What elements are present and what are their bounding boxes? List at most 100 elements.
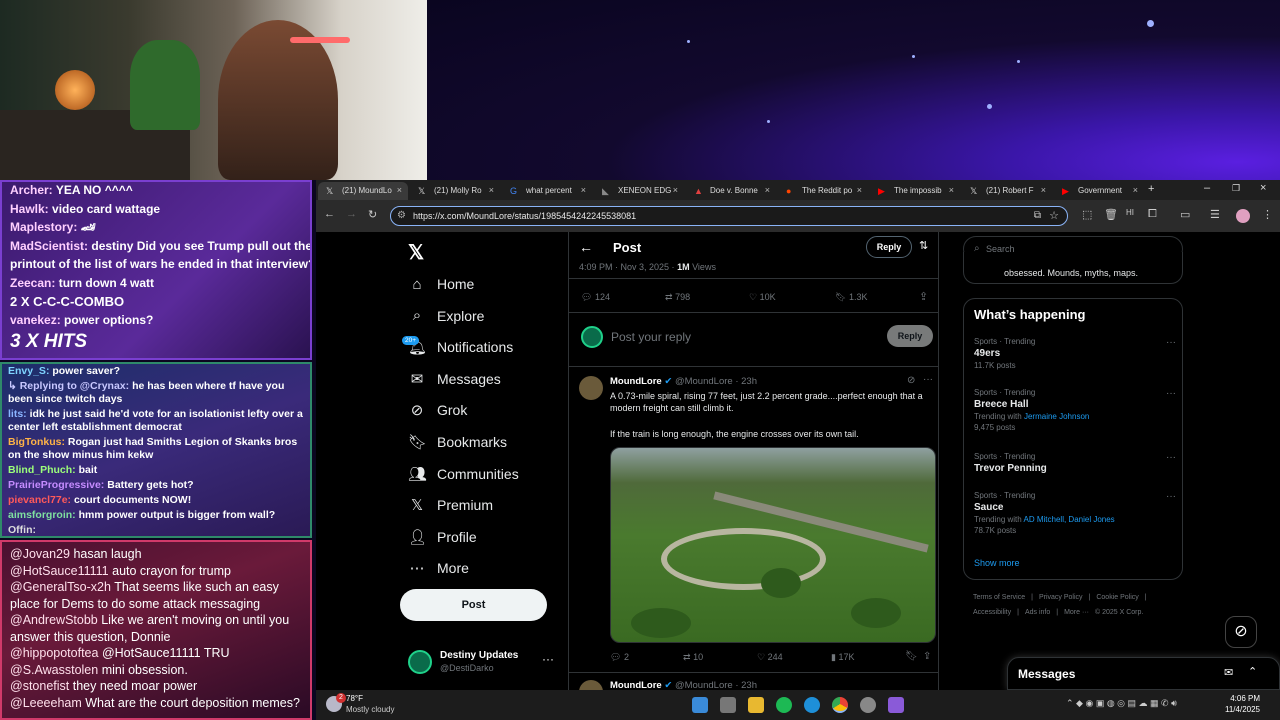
close-tab-icon[interactable]: ×: [1041, 185, 1046, 195]
browser-tab[interactable]: 𝕏 (21) Molly Ro ×: [410, 182, 500, 200]
sidebar-icon[interactable]: ▭: [1180, 208, 1190, 221]
hn-icon[interactable]: HI: [1126, 208, 1134, 217]
clock-date[interactable]: 11/4/2025: [1216, 705, 1260, 714]
menu-icon[interactable]: ⋮: [1262, 208, 1273, 221]
close-tab-icon[interactable]: ×: [1133, 185, 1138, 195]
nav-explore[interactable]: ⌕ Explore: [408, 302, 485, 330]
post-button[interactable]: Post: [400, 589, 547, 621]
browser-tab[interactable]: ● The Reddit po ×: [778, 182, 868, 200]
header-reply-button[interactable]: Reply: [866, 236, 912, 258]
close-tab-icon[interactable]: ×: [673, 185, 678, 195]
browser-tab[interactable]: ▲ Doe v. Bonne ×: [686, 182, 776, 200]
tweet-like-stat[interactable]: ♡ 244: [757, 652, 783, 663]
start-icon[interactable]: [692, 697, 708, 713]
nav-messages[interactable]: ✉ Messages: [408, 365, 501, 393]
tweet2-handle[interactable]: @MoundLore: [675, 680, 733, 690]
footer-link[interactable]: © 2025 X Corp.: [1095, 609, 1143, 616]
tweet-repost-stat[interactable]: ⇄ 10: [683, 652, 703, 663]
browser-tab[interactable]: 𝕏 (21) Robert F ×: [962, 182, 1052, 200]
trend-item[interactable]: Sports · Trending Sauce Trending with AD M…: [974, 491, 1176, 535]
profile-avatar-icon[interactable]: [1236, 209, 1250, 223]
nav-home[interactable]: ⌂ Home: [408, 270, 474, 298]
footer-link[interactable]: Accessibility: [973, 609, 1011, 616]
grok-fab-icon[interactable]: ⊘: [1225, 616, 1257, 648]
share-icon[interactable]: ⇪: [919, 290, 928, 303]
downloads-icon[interactable]: ☰: [1210, 208, 1220, 221]
footer-link[interactable]: Cookie Policy: [1096, 594, 1138, 601]
new-message-icon[interactable]: ✉: [1224, 666, 1233, 679]
task-view-icon[interactable]: [720, 697, 736, 713]
trend-item[interactable]: Sports · Trending Trevor Penning ···: [974, 452, 1176, 474]
chrome-icon[interactable]: [832, 697, 848, 713]
tweet-handle[interactable]: @MoundLore: [675, 376, 733, 387]
url-input[interactable]: ⚙ https://x.com/MoundLore/status/1985454…: [390, 206, 1068, 226]
browser-tab[interactable]: ◣ XENEON EDG ×: [594, 182, 684, 200]
share-icon[interactable]: ⇪: [923, 651, 931, 662]
tweet-photo[interactable]: [610, 447, 936, 643]
maximize-icon[interactable]: ❐: [1232, 183, 1240, 194]
file-explorer-icon[interactable]: [748, 697, 764, 713]
browser-tab[interactable]: ▶ Government ×: [1054, 182, 1144, 200]
tweet-reply-stat[interactable]: 💬︎ 2: [610, 652, 629, 663]
nav-communities[interactable]: 👥︎ Communities: [408, 460, 519, 488]
system-tray[interactable]: ⌃ ◆ ◉ ▣ ◍ ◎ ▤ ☁ ▦ ✆ 🔊︎: [1066, 698, 1177, 709]
close-tab-icon[interactable]: ×: [581, 185, 586, 195]
spotify-icon[interactable]: [776, 697, 792, 713]
puzzle-icon[interactable]: ⧠: [1148, 208, 1157, 221]
nav-grok[interactable]: ⊘ Grok: [408, 396, 468, 424]
tweet-more-icon[interactable]: ···: [923, 374, 933, 385]
filter-icon[interactable]: ⇅: [919, 239, 928, 252]
tweet-author-name[interactable]: MoundLore: [610, 376, 662, 387]
close-tab-icon[interactable]: ×: [489, 185, 494, 195]
footer-link[interactable]: Ads info: [1025, 609, 1050, 616]
app-icon[interactable]: [888, 697, 904, 713]
show-more-link[interactable]: Show more: [974, 558, 1020, 568]
reload-icon[interactable]: ↻: [368, 208, 377, 221]
clock-time[interactable]: 4:06 PM: [1220, 694, 1260, 703]
edge-icon[interactable]: [804, 697, 820, 713]
nav-notifications[interactable]: 🔔︎ Notifications: [408, 333, 513, 361]
close-window-icon[interactable]: ×: [1260, 182, 1266, 194]
back-arrow-icon[interactable]: ←: [579, 239, 593, 255]
tweet2-author-name[interactable]: MoundLore: [610, 680, 662, 690]
trash-icon[interactable]: 🗑: [1104, 208, 1118, 221]
more-dots-icon[interactable]: ···: [542, 652, 554, 666]
trend-item[interactable]: Sports · Trending Breece Hall Trending wit…: [974, 388, 1176, 432]
bookmark-star-icon[interactable]: ☆: [1049, 209, 1059, 222]
trend-link[interactable]: Jermaine Johnson: [1024, 412, 1089, 421]
tweet-avatar[interactable]: [579, 376, 603, 400]
close-tab-icon[interactable]: ×: [397, 185, 402, 195]
footer-link[interactable]: Privacy Policy: [1039, 594, 1083, 601]
account-switcher[interactable]: Destiny Updates @DestiDarko ···: [408, 644, 558, 684]
browser-tab[interactable]: Gwhat percent ×: [502, 182, 592, 200]
x-logo-icon[interactable]: 𝕏: [408, 240, 424, 265]
like-stat[interactable]: ♡ 10K: [749, 292, 776, 303]
trend-item[interactable]: Sports · Trending 49ers 11.7K posts ···: [974, 337, 1176, 370]
browser-tab[interactable]: 𝕏 (21) MoundLo ×: [318, 182, 408, 200]
expand-icon[interactable]: ⌃: [1248, 665, 1257, 678]
reply-submit-button[interactable]: Reply: [887, 325, 933, 347]
footer-link[interactable]: Terms of Service: [973, 594, 1025, 601]
reply-input[interactable]: Post your reply: [611, 330, 691, 344]
back-icon[interactable]: ←: [324, 208, 335, 220]
forward-icon[interactable]: →: [346, 208, 357, 220]
minimize-icon[interactable]: –: [1204, 182, 1210, 194]
site-info-icon[interactable]: ⚙: [397, 210, 406, 221]
new-tab-icon[interactable]: +: [1148, 183, 1154, 195]
repost-stat[interactable]: ⇄ 798: [665, 292, 690, 303]
bookmark-stat[interactable]: 🔖︎ 1.3K: [835, 292, 867, 303]
browser-tab[interactable]: ▶ The impossib ×: [870, 182, 960, 200]
trend-link[interactable]: AD Mitchell, Daniel Jones: [1024, 515, 1115, 524]
nav-premium[interactable]: 𝕏 Premium: [408, 491, 493, 519]
bookmark-icon[interactable]: 🔖︎: [905, 651, 918, 662]
close-tab-icon[interactable]: ×: [765, 185, 770, 195]
tweet2-avatar[interactable]: [579, 680, 603, 690]
install-icon[interactable]: ⧉: [1034, 210, 1041, 221]
close-tab-icon[interactable]: ×: [949, 185, 954, 195]
obs-icon[interactable]: [860, 697, 876, 713]
reply-stat[interactable]: 💬︎ 124: [581, 292, 610, 303]
messages-drawer[interactable]: Messages ✉ ⌃: [1007, 657, 1280, 690]
grok-icon[interactable]: ⊘: [907, 375, 915, 386]
footer-link[interactable]: More ···: [1064, 609, 1089, 616]
nav-more[interactable]: ⋯ More: [408, 554, 469, 582]
